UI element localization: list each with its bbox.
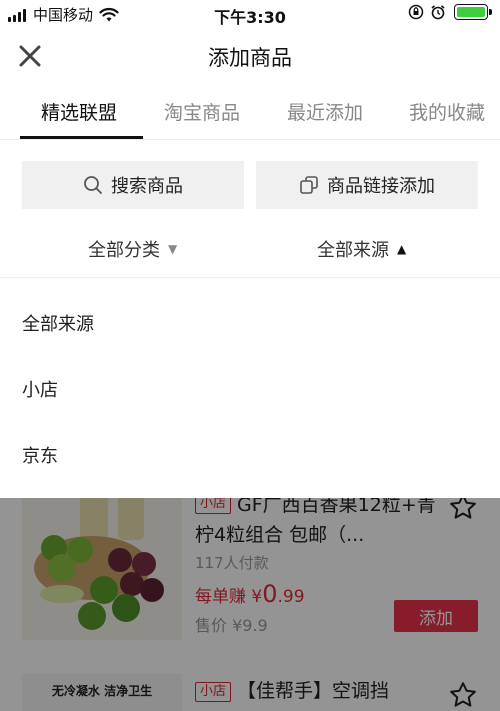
tab-featured-alliance[interactable]: 精选联盟 <box>41 98 117 125</box>
active-tab-indicator <box>20 136 143 139</box>
caret-down-icon: ▼ <box>168 242 178 256</box>
source-filter[interactable]: 全部来源 ▲ <box>317 236 406 262</box>
status-right <box>402 4 492 20</box>
search-products-button[interactable]: 搜索商品 <box>22 161 244 209</box>
category-filter[interactable]: 全部分类 ▼ <box>88 236 177 262</box>
add-by-link-label: 商品链接添加 <box>327 176 435 197</box>
tab-my-favorites[interactable]: 我的收藏 <box>409 98 485 125</box>
copy-link-icon <box>300 176 318 194</box>
status-bar: 中国移动 下午3:30 <box>0 0 500 28</box>
search-products-label: 搜索商品 <box>111 176 183 197</box>
dropdown-item-shop[interactable]: 小店 <box>22 376 58 402</box>
tab-recently-added[interactable]: 最近添加 <box>287 98 363 125</box>
dropdown-item-jd[interactable]: 京东 <box>22 442 58 468</box>
alarm-icon <box>431 5 445 20</box>
source-dropdown: 全部来源 小店 京东 <box>0 278 500 498</box>
source-filter-label: 全部来源 <box>317 240 389 261</box>
search-icon <box>84 176 102 194</box>
page-title: 添加商品 <box>208 46 292 70</box>
dropdown-item-all-sources[interactable]: 全部来源 <box>22 310 94 336</box>
category-filter-label: 全部分类 <box>88 240 160 261</box>
tab-taobao-products[interactable]: 淘宝商品 <box>164 98 240 125</box>
dim-overlay[interactable] <box>0 498 500 711</box>
rotation-lock-icon <box>408 4 424 20</box>
tab-bar: 精选联盟 淘宝商品 最近添加 我的收藏 <box>0 84 500 140</box>
add-by-link-button[interactable]: 商品链接添加 <box>256 161 478 209</box>
header: 添加商品 <box>0 28 500 84</box>
battery-icon <box>454 4 492 20</box>
caret-up-icon: ▲ <box>397 242 407 256</box>
